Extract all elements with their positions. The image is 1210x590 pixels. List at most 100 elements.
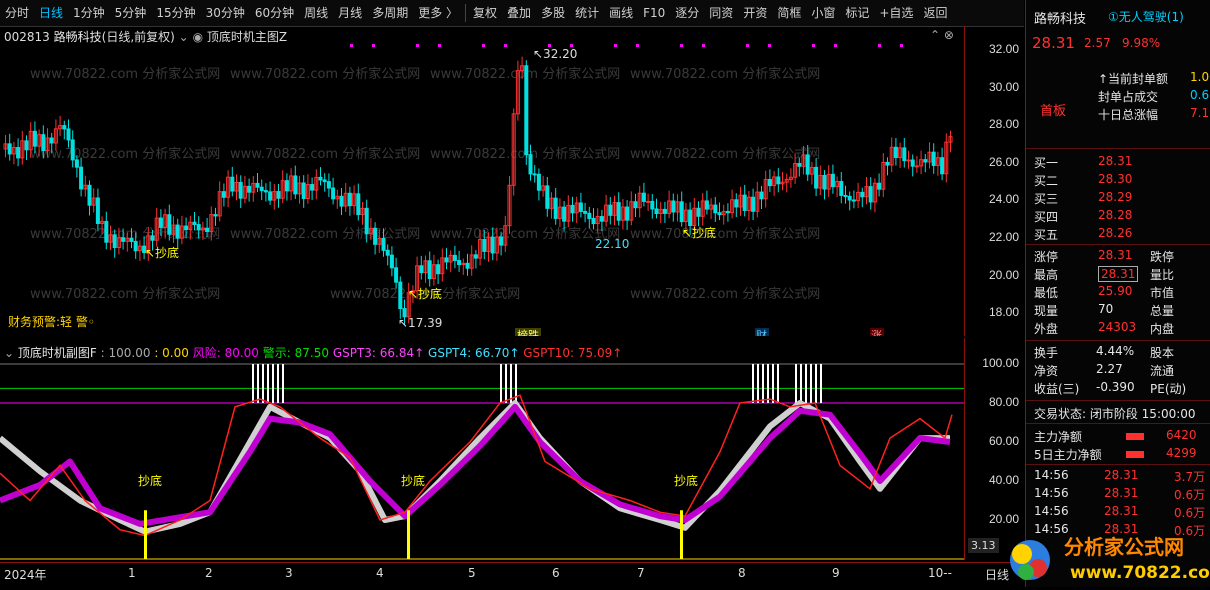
- signal-dot: [878, 44, 881, 47]
- bid-level-label: 买一: [1034, 156, 1059, 170]
- candle-body: [213, 214, 218, 217]
- candle-body: [797, 162, 802, 167]
- stat-label: 流通: [1150, 364, 1175, 378]
- toolbar-item[interactable]: 多股: [536, 0, 570, 26]
- candle-body: [578, 202, 583, 212]
- toolbar-item[interactable]: 逐分: [670, 0, 704, 26]
- toolbar-item[interactable]: 周线: [299, 0, 333, 26]
- candle-body: [608, 204, 613, 216]
- candle-body: [742, 194, 747, 211]
- candle-body: [373, 227, 378, 245]
- candle-body: [499, 236, 504, 246]
- toolbar-item[interactable]: 60分钟: [250, 0, 299, 26]
- signal-dot: [372, 44, 375, 47]
- board-label: 首板: [1040, 104, 1067, 119]
- candle-body: [364, 207, 369, 235]
- watermark: www.70822.com 分析家公式网: [230, 146, 420, 162]
- y-tick-label: 20.00: [988, 267, 1019, 282]
- x-tick-label: 8: [738, 566, 746, 580]
- top-signal-bar: [262, 364, 264, 403]
- stat-label: 量比: [1150, 268, 1175, 282]
- candle-body: [121, 237, 126, 242]
- bid-level-price: 28.26: [1098, 226, 1133, 240]
- toolbar-item[interactable]: 画线: [604, 0, 638, 26]
- candle-body: [646, 200, 651, 203]
- x-tick-label: 5: [468, 566, 476, 580]
- stat-label: 收益(三): [1034, 382, 1080, 396]
- candle-body: [339, 195, 344, 207]
- candle-body: [860, 191, 865, 198]
- sub-indicator-chart[interactable]: 抄底 抄底 抄底: [0, 358, 964, 562]
- y-tick-label: 30.00: [988, 79, 1019, 94]
- top-signal-bar: [805, 364, 807, 403]
- toolbar-item[interactable]: 叠加: [502, 0, 536, 26]
- candle-body: [465, 262, 470, 269]
- candle-body: [633, 201, 638, 209]
- stat-label: 股本: [1150, 346, 1175, 360]
- candle-body: [906, 159, 911, 162]
- top-signal-bar: [267, 364, 269, 403]
- toolbar-item[interactable]: 标记: [840, 0, 874, 26]
- toolbar-item[interactable]: 30分钟: [201, 0, 250, 26]
- divider: [1026, 423, 1210, 424]
- candle-body: [268, 191, 273, 201]
- candle-body: [940, 157, 945, 175]
- toolbar-item[interactable]: 分时: [0, 0, 34, 26]
- top-signal-bar: [795, 364, 797, 403]
- toolbar-item[interactable]: +自选: [874, 0, 918, 26]
- candle-body: [381, 237, 386, 251]
- toolbar-item[interactable]: 月线: [333, 0, 367, 26]
- stat-value: 28.31: [1098, 266, 1139, 282]
- toolbar-item[interactable]: 统计: [570, 0, 604, 26]
- candle-body: [536, 173, 541, 191]
- tick-price: 28.31: [1104, 504, 1139, 518]
- stat-label: 市值: [1150, 286, 1175, 300]
- candle-body: [457, 259, 462, 266]
- top-signal-bar: [277, 364, 279, 403]
- event-tag: 涨: [871, 329, 882, 336]
- toolbar-item[interactable]: 多周期: [367, 0, 413, 26]
- price-change-pct: 9.98%: [1122, 36, 1161, 50]
- toolbar-item[interactable]: 复权: [468, 0, 502, 26]
- toolbar-item[interactable]: 小窗: [806, 0, 840, 26]
- signal-dot: [614, 44, 617, 47]
- toolbar-item[interactable]: 简框: [772, 0, 806, 26]
- candle-body: [255, 182, 260, 188]
- buy-bar: [144, 510, 147, 559]
- toolbar-item[interactable]: 日线: [34, 0, 68, 26]
- flow-bar: [1126, 451, 1144, 458]
- candle-body: [587, 212, 592, 219]
- seal-info-value: 7.19: [1190, 106, 1210, 120]
- candle-body: [104, 220, 109, 243]
- divider: [1026, 340, 1210, 341]
- divider: [1026, 244, 1210, 245]
- watermark: www.70822.com 分析家公式网: [630, 146, 820, 162]
- candle-body: [356, 193, 361, 216]
- candle-body: [70, 139, 75, 161]
- stat-label: 最低: [1034, 286, 1059, 300]
- candle-body: [734, 199, 739, 208]
- candle-body: [528, 154, 533, 175]
- candle-body: [473, 254, 478, 259]
- candle-body: [717, 212, 722, 216]
- candle-body: [671, 200, 676, 213]
- toolbar-item[interactable]: 更多 〉: [413, 0, 463, 26]
- candle-body: [331, 187, 336, 200]
- toolbar-item[interactable]: 5分钟: [110, 0, 152, 26]
- toolbar-item[interactable]: 15分钟: [151, 0, 200, 26]
- toolbar-item[interactable]: 开资: [738, 0, 772, 26]
- top-signal-bar: [810, 364, 812, 403]
- top-signal-bar: [815, 364, 817, 403]
- toolbar-item[interactable]: F10: [638, 0, 670, 26]
- flow-bar: [1126, 433, 1144, 440]
- toolbar-item[interactable]: 返回: [918, 0, 952, 26]
- candle-body: [893, 146, 898, 159]
- candle-body: [205, 227, 210, 233]
- candle-body: [822, 174, 827, 190]
- y-tick-label: 22.00: [988, 230, 1019, 244]
- candle-body: [196, 224, 201, 231]
- toolbar-item[interactable]: 同资: [704, 0, 738, 26]
- main-candle-chart[interactable]: www.70822.com 分析家公式网 www.70822.com 分析家公式网…: [0, 40, 964, 336]
- signal-dot: [900, 44, 903, 47]
- toolbar-item[interactable]: 1分钟: [68, 0, 110, 26]
